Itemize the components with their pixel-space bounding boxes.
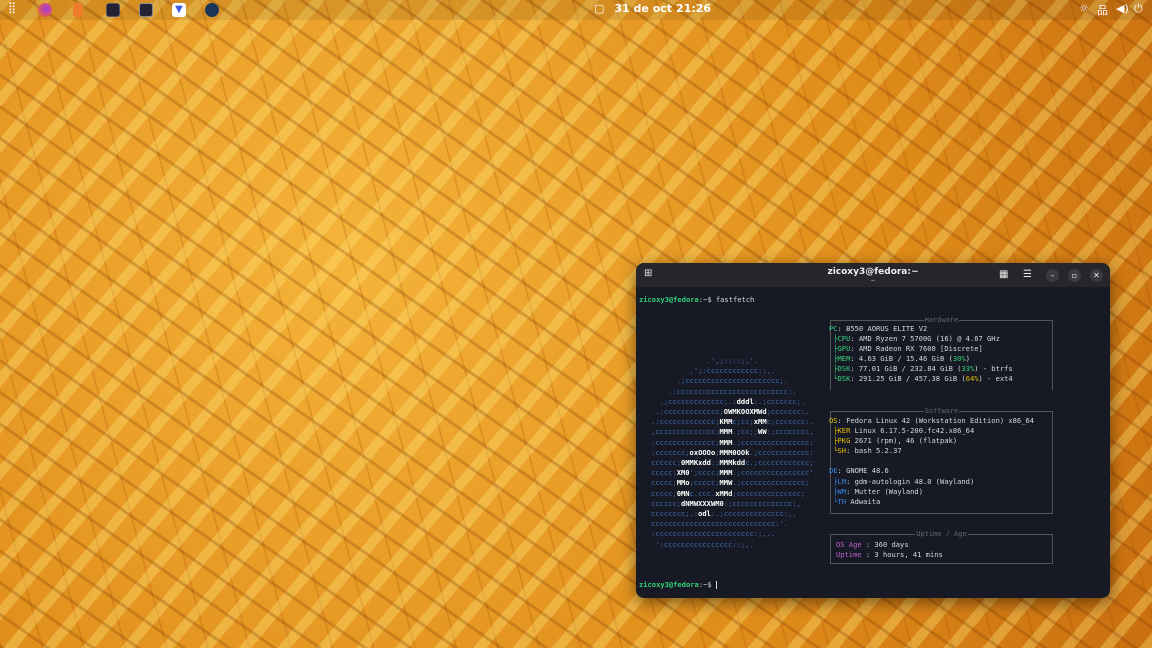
memory: 4.63 GiB / 15.46 GiB ( [858, 354, 953, 364]
command-line: zicoxy3@fedora:~$ fastfetch [639, 295, 754, 304]
logo-line: .',;::::;,'. [706, 356, 759, 365]
logo-line: cccccc;0MMKxdd:;MMMkddc.;cccccccccccc; [651, 458, 814, 468]
minimize-button[interactable]: – [1046, 269, 1059, 282]
power-icon[interactable]: ⏻ [1134, 2, 1143, 16]
logo-line: .:cccccccccccccccccccccccccc:. [668, 386, 797, 396]
logo-line: :cccccccccccccc;MMM.;cccccccccccccccc: [651, 437, 814, 447]
hardware-title: Hardware [923, 316, 960, 324]
disk1-percent: 33% [961, 364, 975, 374]
top-bar: ⣿ ▼ ▢ 31 de oct 21:26 ☼ 品 ◀) ⏻ [0, 0, 1152, 20]
theme: Adwaita [850, 496, 881, 506]
logo-line: .:ccccccccccccc;KMMc;cc;xMMc;ccccccc:. [651, 417, 814, 427]
volume-icon[interactable]: ◀) [1116, 2, 1129, 15]
os-age-label: OS Age [836, 540, 862, 549]
software-info: OS: Fedora Linux 42 (Workstation Edition… [829, 416, 1035, 506]
prompt-user: zicoxy3@fedora [639, 580, 699, 589]
app-grid-icon[interactable]: ⣿ [8, 1, 22, 15]
terminal-icon[interactable] [106, 3, 120, 17]
shell: bash 5.2.37 [854, 446, 902, 456]
logo-line: :ccccccccccccccccccccccc:;,.. [651, 529, 776, 539]
window-subtitle: ~ [870, 277, 876, 285]
tab-overview-icon[interactable]: ▦ [999, 269, 1008, 280]
gpu: AMD Radeon RX 7600 [Discrete] [858, 344, 983, 354]
cpu: AMD Ryzen 7 5700G (16) @ 4.67 GHz [858, 334, 1000, 344]
terminal-window[interactable]: ⊞ zicoxy3@fedora:~ ~ ▦ ☰ – ▫ ✕ zicoxy3@f… [636, 263, 1110, 598]
logo-line: cccccc;dNMWXXXWM0:;cccccccccccccc:, [651, 498, 801, 508]
logo-line: ,cccccccccccccc;MMM.;cc;;WW:;cccccccc, [651, 427, 814, 437]
login-manager: gdm-autologin 48.0 (Wayland) [854, 476, 975, 486]
memory-percent: 30% [952, 354, 966, 364]
disk2-fs: ) - ext4 [978, 374, 1013, 384]
time: 21:26 [676, 2, 712, 15]
menu-icon[interactable]: ☰ [1023, 269, 1032, 280]
uptime-info: OS Age : 360 days Uptime : 3 hours, 41 m… [836, 540, 943, 560]
desktop-environment: GNOME 48.6 [846, 466, 889, 476]
disk2-percent: 64% [965, 374, 979, 384]
terminal-header: ⊞ zicoxy3@fedora:~ ~ ▦ ☰ – ▫ ✕ [636, 263, 1110, 287]
logo-line: ccccccccccccccccccccccccccccc:'. [651, 519, 788, 529]
brightness-icon[interactable]: ☼ [1079, 2, 1089, 15]
command: fastfetch [715, 295, 755, 304]
window-manager: Mutter (Wayland) [854, 486, 923, 496]
window-title: zicoxy3@fedora:~ [827, 267, 919, 277]
steam-icon[interactable] [205, 3, 219, 17]
files-icon[interactable] [73, 3, 83, 17]
os-age: : 360 days [861, 540, 909, 549]
logo-line: .:ccccccccccccc;OWMKOOXMWd;ccccccc:. [655, 407, 810, 417]
date: 31 de oct [614, 2, 673, 15]
software-title: Software [923, 407, 960, 415]
close-button[interactable]: ✕ [1090, 269, 1103, 282]
network-icon[interactable]: 品 [1097, 2, 1108, 18]
prompt-path: :~$ [698, 580, 712, 589]
current-prompt[interactable]: zicoxy3@fedora:~$ [639, 580, 717, 589]
logo-line: cccccccc;.:odl:.;cccccccccccccc:,. [651, 509, 797, 519]
pc: B550 AORUS ELITE V2 [846, 324, 928, 333]
logo-line: ccccc;0MNc.ccc.xMMd;ccccccccccccccc; [651, 488, 806, 498]
downloader-icon[interactable]: ▼ [172, 3, 186, 17]
disk1-fs: ) - btrfs [974, 364, 1013, 374]
kernel: Linux 6.17.5-200.fc42.x86_64 [854, 426, 975, 436]
clock[interactable]: ▢ 31 de oct 21:26 [594, 2, 711, 15]
cursor [715, 581, 717, 589]
fedora-ascii-logo: .',;::::;,'. .';:cccccccccccc:;,. .;cccc… [651, 356, 814, 550]
logo-line: ccccc;MMo;ccccc;MMW.;ccccccccccccccc; [651, 478, 810, 488]
logo-line: ccccc;XM0';cccc;MMM.;cccccccccccccccc' [651, 468, 814, 478]
system-monitor-icon[interactable] [139, 3, 153, 17]
clipboard-icon: ▢ [594, 2, 605, 15]
packages: 2671 (rpm), 46 (flatpak) [854, 436, 958, 446]
disk2: 291.25 GiB / 457.38 GiB ( [858, 374, 966, 384]
disk1: 77.01 GiB / 232.84 GiB ( [858, 364, 962, 374]
os: Fedora Linux 42 (Workstation Edition) x8… [846, 416, 1035, 425]
logo-line: .';:cccccccccccc:;,. [689, 366, 776, 376]
prompt-path: :~$ [698, 295, 712, 304]
hardware-info: PC: B550 AORUS ELITE V2 ├CPU: AMD Ryzen … [829, 324, 1013, 384]
maximize-button[interactable]: ▫ [1068, 269, 1081, 282]
uptime-label: Uptime [836, 550, 862, 560]
prompt-user: zicoxy3@fedora [639, 295, 699, 304]
logo-line: .;ccccccccccccc;.:dddl:.;ccccccc;. [659, 396, 806, 406]
logo-line: ':cccccccccccccccc::;,. [655, 539, 754, 549]
firefox-icon[interactable] [38, 3, 52, 17]
logo-line: .;cccccccccccccccccccccc;. [676, 376, 788, 386]
uptime-title: Uptime / Age [915, 530, 968, 538]
logo-line: :ccccccc;oxOOOo;MMM0OOk.;cccccccccccc: [651, 447, 814, 457]
uptime: : 3 hours, 41 mins [861, 550, 943, 560]
